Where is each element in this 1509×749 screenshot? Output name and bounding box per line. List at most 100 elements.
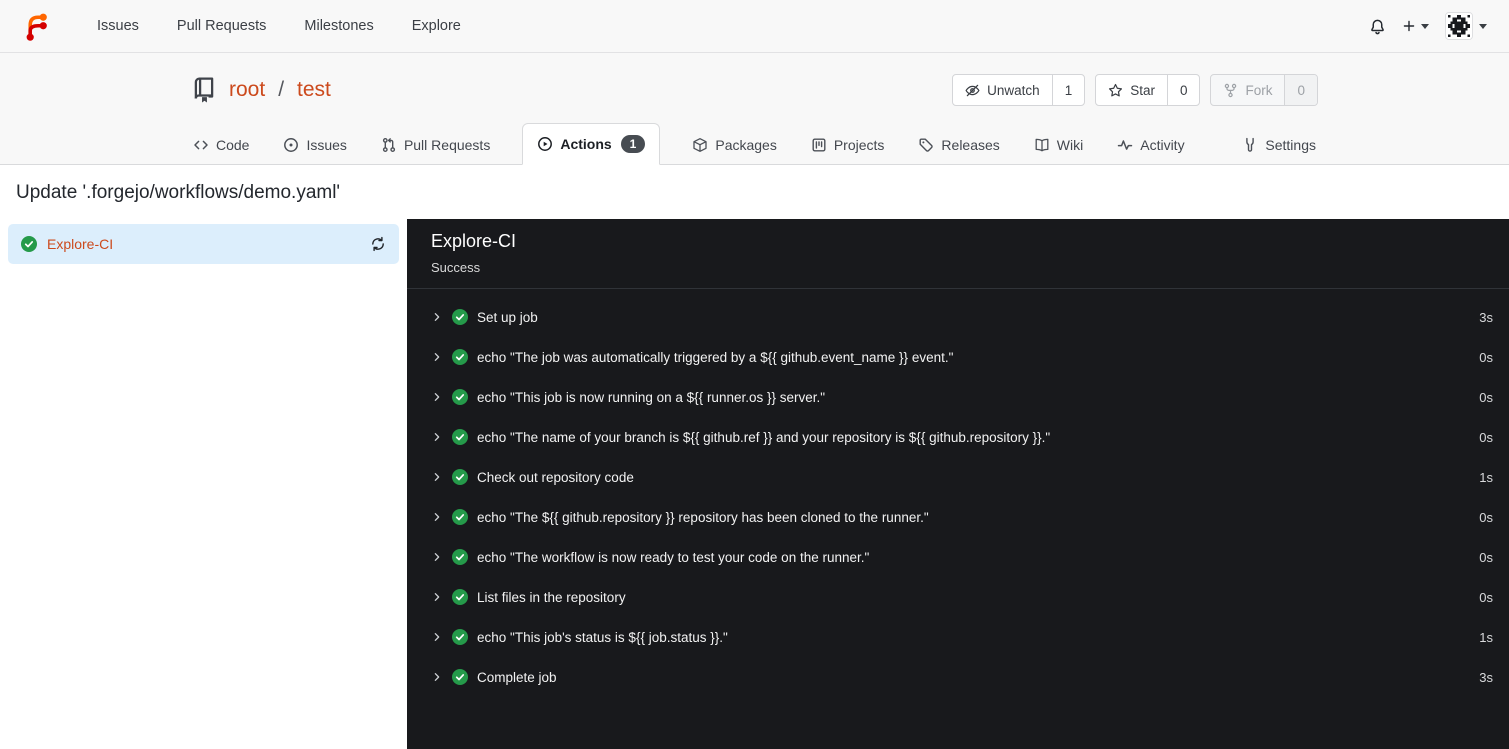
book-icon [1034,137,1050,153]
create-new-dropdown[interactable] [1402,19,1429,33]
job-log-panel: Explore-CI Success Set up job 3s echo "T… [407,219,1509,749]
repo-name-link[interactable]: test [297,78,331,102]
code-icon [193,137,209,153]
notifications-button[interactable] [1369,18,1386,35]
jobs-sidebar: Explore-CI [0,219,407,749]
step-name: List files in the repository [477,589,626,605]
star-button[interactable]: Star [1096,75,1167,105]
eye-slash-icon [965,83,980,98]
star-label: Star [1130,82,1155,98]
step-name: echo "The ${{ github.repository }} repos… [477,509,929,525]
unwatch-button[interactable]: Unwatch [953,75,1052,105]
git-fork-icon [1223,83,1238,98]
tab-label: Pull Requests [403,137,491,153]
nav-item-issues[interactable]: Issues [78,18,158,34]
tab-label: Settings [1265,137,1316,153]
chevron-right-icon [431,431,443,443]
step-duration: 0s [1479,389,1493,405]
step-row[interactable]: echo "The name of your branch is ${{ git… [431,417,1495,457]
step-name: echo "This job's status is ${{ job.statu… [477,629,728,645]
tab-settings[interactable]: Settings [1240,126,1318,164]
tab-wiki[interactable]: Wiki [1032,126,1085,164]
tab-issues[interactable]: Issues [281,126,348,164]
job-name: Explore-CI [47,236,114,252]
step-name: Complete job [477,669,557,685]
tab-label: Actions [560,136,612,152]
tab-label: Releases [941,137,1000,153]
star-button-group: Star 0 [1095,74,1201,106]
step-name: Set up job [477,309,538,325]
check-circle-icon [452,309,468,325]
chevron-down-icon [1421,23,1429,29]
top-navbar: Issues Pull Requests Milestones Explore [0,0,1509,53]
repo-tabs: Code Issues Pull Requests Actions 1 Pack… [191,123,1318,165]
chevron-right-icon [431,391,443,403]
check-circle-icon [21,236,37,252]
repo-title: root / test [191,77,331,103]
step-row[interactable]: Complete job 3s [431,657,1495,697]
step-duration: 1s [1479,629,1493,645]
nav-item-milestones[interactable]: Milestones [285,18,392,34]
tag-icon [918,137,934,153]
step-duration: 0s [1479,429,1493,445]
check-circle-icon [452,549,468,565]
workflow-run-title: Update '.forgejo/workflows/demo.yaml' [16,182,341,203]
tab-code[interactable]: Code [191,126,251,164]
repo-header: root / test Unwatch 1 Star 0 Fork 0 Code… [0,53,1509,165]
step-row[interactable]: echo "The ${{ github.repository }} repos… [431,497,1495,537]
play-circle-icon [537,136,553,152]
fork-button: Fork [1211,75,1284,105]
issue-opened-icon [283,137,299,153]
repo-owner-link[interactable]: root [229,78,265,102]
tab-actions[interactable]: Actions 1 [522,123,661,165]
tab-label: Packages [715,137,777,153]
tab-label: Code [216,137,250,153]
job-title: Explore-CI [431,231,517,251]
plus-icon [1402,19,1416,33]
watch-button-group: Unwatch 1 [952,74,1086,106]
tab-projects[interactable]: Projects [809,126,887,164]
rerun-job-button[interactable] [370,236,386,252]
step-duration: 0s [1479,509,1493,525]
step-name: echo "The workflow is now ready to test … [477,549,870,565]
nav-item-pull-requests[interactable]: Pull Requests [158,18,285,34]
project-board-icon [811,137,827,153]
step-row[interactable]: echo "This job's status is ${{ job.statu… [431,617,1495,657]
nav-item-explore[interactable]: Explore [393,18,480,34]
step-row[interactable]: Set up job 3s [431,297,1495,337]
step-row[interactable]: List files in the repository 0s [431,577,1495,617]
check-circle-icon [452,669,468,685]
step-name: echo "This job is now running on a ${{ r… [477,389,826,405]
forks-count: 0 [1284,75,1317,105]
forgejo-logo-icon[interactable] [22,11,52,41]
tab-label: Activity [1140,137,1185,153]
step-row[interactable]: Check out repository code 1s [431,457,1495,497]
stars-count[interactable]: 0 [1166,75,1200,105]
chevron-right-icon [431,471,443,483]
tab-releases[interactable]: Releases [916,126,1001,164]
chevron-right-icon [431,671,443,683]
git-pull-request-icon [381,137,397,153]
watchers-count[interactable]: 1 [1051,75,1085,105]
user-menu-dropdown[interactable] [1445,12,1487,40]
check-circle-icon [452,589,468,605]
tab-pull-requests[interactable]: Pull Requests [379,126,492,164]
repo-separator: / [278,78,285,101]
package-icon [692,137,708,153]
tab-label: Wiki [1056,137,1084,153]
tab-packages[interactable]: Packages [690,126,778,164]
step-duration: 0s [1479,349,1493,365]
check-circle-icon [452,629,468,645]
step-row[interactable]: echo "The job was automatically triggere… [431,337,1495,377]
tab-activity[interactable]: Activity [1115,126,1186,164]
step-name: echo "The name of your branch is ${{ git… [477,429,1051,445]
step-row[interactable]: echo "This job is now running on a ${{ r… [431,377,1495,417]
job-item-explore-ci[interactable]: Explore-CI [8,224,399,264]
chevron-right-icon [431,591,443,603]
chevron-right-icon [431,551,443,563]
check-circle-icon [452,389,468,405]
star-icon [1108,83,1123,98]
step-row[interactable]: echo "The workflow is now ready to test … [431,537,1495,577]
fork-button-group: Fork 0 [1210,74,1318,106]
step-duration: 1s [1479,469,1493,485]
